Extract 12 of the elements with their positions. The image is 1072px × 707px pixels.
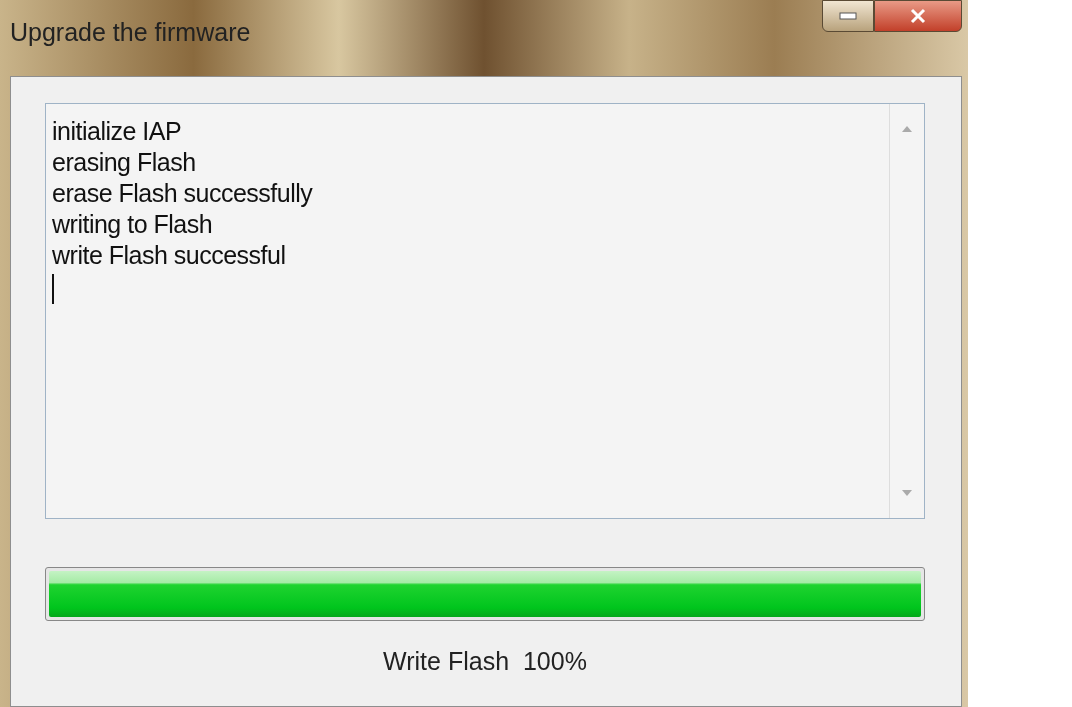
log-line: erasing Flash: [52, 147, 197, 178]
log-line: initialize IAP: [52, 116, 183, 147]
close-button[interactable]: [874, 0, 962, 32]
log-line: write Flash successful: [52, 240, 287, 271]
minimize-icon: [839, 12, 857, 20]
minimize-button[interactable]: [822, 0, 874, 32]
log-line: writing to Flash: [52, 209, 214, 240]
text-cursor: [52, 274, 54, 304]
window-title: Upgrade the firmware: [10, 17, 251, 47]
close-icon: [910, 8, 926, 24]
log-line: erase Flash successfully: [52, 178, 314, 209]
status-text: Write Flash 100%: [382, 647, 588, 676]
